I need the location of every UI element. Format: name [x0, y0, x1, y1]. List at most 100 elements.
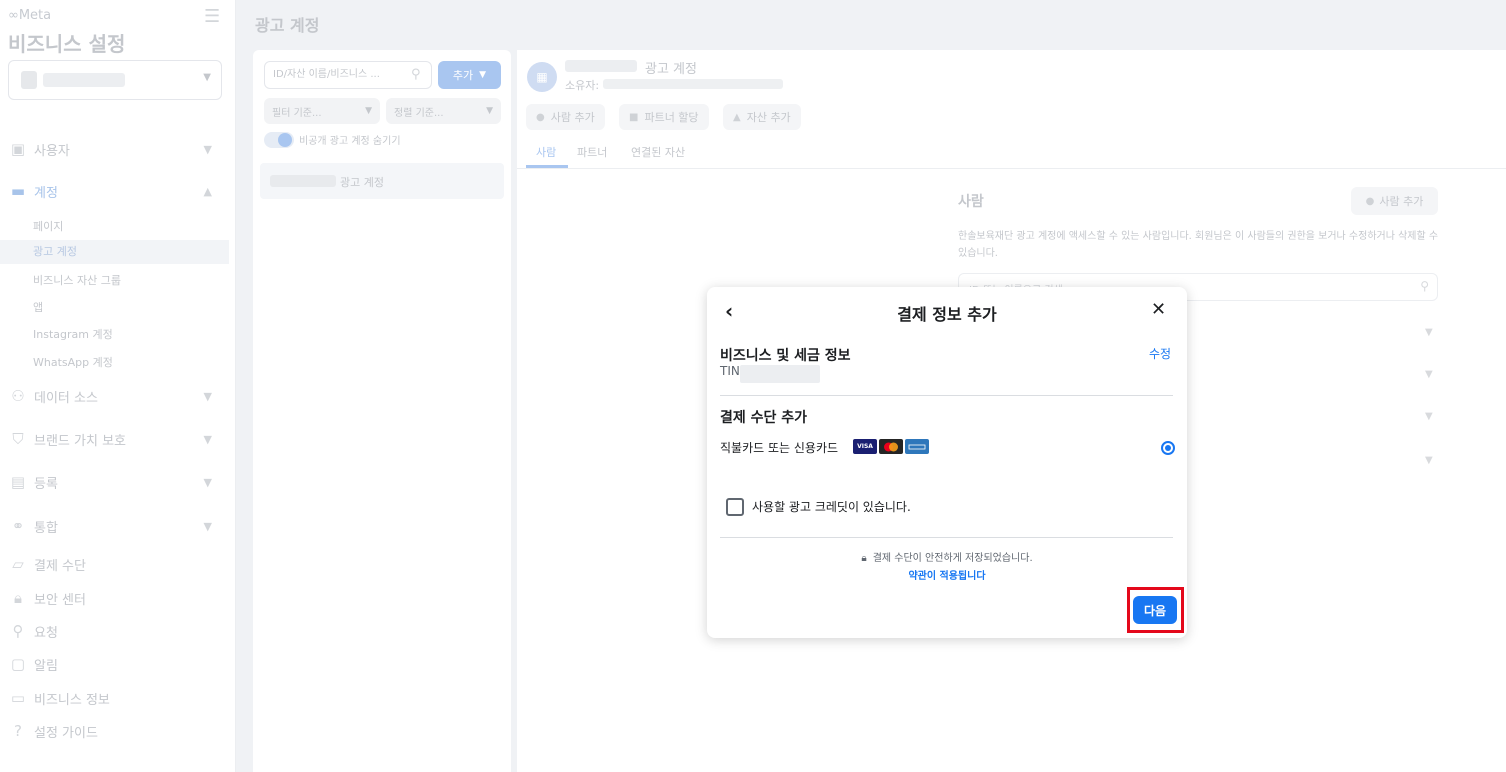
sidebar-item-label: 요청	[34, 625, 58, 641]
chevron-down-icon[interactable]: ▼	[1425, 455, 1433, 466]
visa-logo-icon: VISA	[853, 439, 877, 454]
amex-logo-icon	[905, 439, 929, 454]
filter-select[interactable]: 필터 기준... ▼	[264, 98, 380, 124]
sidebar: ∞Meta ☰ 비즈니스 설정 ▼ ▣ 사용자 ▼ ▬ 계정 ▲ 페이지 광고 …	[0, 0, 236, 772]
sidebar-title: 비즈니스 설정	[8, 32, 126, 56]
list-item[interactable]: 광고 계정	[260, 163, 504, 199]
radio-selected-dot	[1165, 445, 1171, 451]
sidebar-item-notifications[interactable]: ▢ 알림	[8, 652, 220, 676]
tab-partners[interactable]: 파트너	[577, 144, 607, 160]
tab-connected-assets[interactable]: 연결된 자산	[631, 144, 685, 160]
chevron-down-icon[interactable]: ▼	[1425, 327, 1433, 338]
edit-link[interactable]: 수정	[1149, 345, 1171, 362]
chevron-down-icon: ▼	[203, 519, 212, 533]
sidebar-item-label: 데이터 소스	[34, 390, 98, 406]
sidebar-item-business-info[interactable]: ▭ 비즈니스 정보	[8, 686, 220, 710]
divider	[720, 537, 1173, 538]
sidebar-item-setup-guide[interactable]: ? 설정 가이드	[8, 719, 220, 743]
asset-search-input[interactable]: ID/자산 이름/비즈니스 ...	[264, 61, 432, 89]
terms-link[interactable]: 약관이 적용됩니다	[707, 567, 1187, 582]
next-button[interactable]: 다음	[1133, 596, 1177, 624]
sidebar-item-label: 비즈니스 정보	[34, 692, 110, 708]
chevron-down-icon[interactable]: ▼	[1425, 411, 1433, 422]
button-label: 자산 추가	[746, 111, 791, 124]
credit-card-icon: ▱	[12, 555, 24, 573]
sidebar-subitem-asset-groups[interactable]: 비즈니스 자산 그룹	[33, 272, 121, 288]
business-tax-title: 비즈니스 및 세금 정보	[720, 348, 851, 364]
add-button[interactable]: 추가 ▼	[438, 61, 501, 89]
assign-partner-button[interactable]: ■ 파트너 할당	[619, 104, 709, 130]
sidebar-item-requests[interactable]: ⚲ 요청	[8, 619, 220, 643]
tab-people[interactable]: 사람	[536, 144, 556, 160]
caret-down-icon: ▼	[203, 72, 211, 83]
sidebar-item-registrations[interactable]: ▤ 등록 ▼	[8, 470, 220, 494]
lock-icon: 🔒︎	[861, 553, 867, 564]
business-name-redacted	[43, 73, 125, 87]
question-circle-icon: ?	[14, 722, 22, 740]
chevron-down-icon: ▼	[203, 389, 212, 403]
sidebar-item-data-sources[interactable]: ⚇ 데이터 소스 ▼	[8, 384, 220, 408]
page-title: 광고 계정	[255, 16, 320, 35]
notification-icon: ▢	[10, 655, 26, 673]
people-section-title: 사람	[958, 194, 984, 210]
sidebar-item-users[interactable]: ▣ 사용자 ▼	[8, 137, 220, 161]
button-label: 사람 추가	[550, 111, 595, 124]
button-label: 파트너 할당	[644, 111, 699, 124]
tin-label: TIN	[720, 364, 740, 378]
account-name-redacted	[270, 175, 336, 187]
add-asset-button[interactable]: ▲ 자산 추가	[723, 104, 801, 130]
chevron-up-icon: ▲	[203, 184, 212, 198]
search-icon: ⚲	[1420, 279, 1429, 293]
filter-select-label: 필터 기준...	[272, 107, 322, 119]
add-button-label: 추가	[452, 69, 474, 82]
people-add-button[interactable]: ● 사람 추가	[1351, 187, 1438, 215]
account-name-redacted	[565, 60, 637, 72]
card-brand-logos: VISA	[853, 439, 929, 454]
card-option-label: 직불카드 또는 신용카드	[720, 441, 839, 455]
dialog-title: 결제 정보 추가	[897, 305, 997, 324]
business-avatar	[21, 71, 37, 89]
briefcase-icon: ■	[629, 111, 639, 123]
list-item-label: 광고 계정	[340, 176, 384, 189]
secure-notice: 🔒︎ 결제 수단이 안전하게 저장되었습니다.	[707, 549, 1187, 564]
sidebar-subitem-pages[interactable]: 페이지	[33, 218, 63, 234]
sidebar-item-payment-methods[interactable]: ▱ 결제 수단	[8, 552, 220, 576]
user-card-icon: ▣	[10, 140, 26, 158]
divider	[720, 395, 1173, 396]
lock-icon: 🔒︎	[14, 589, 22, 607]
chevron-down-icon[interactable]: ▼	[1425, 369, 1433, 380]
sidebar-subitem-ad-accounts[interactable]: 광고 계정	[0, 240, 229, 264]
hide-private-toggle[interactable]	[264, 132, 294, 148]
sidebar-item-label: 사용자	[34, 143, 70, 159]
tin-value-redacted	[740, 365, 820, 383]
sidebar-subitem-whatsapp[interactable]: WhatsApp 계정	[33, 354, 113, 370]
close-icon[interactable]: ✕	[1151, 299, 1166, 320]
ad-account-icon: ▦	[527, 62, 557, 92]
hamburger-menu-icon[interactable]: ☰	[204, 6, 220, 27]
sidebar-item-brand-safety[interactable]: ⛉ 브랜드 가치 보호 ▼	[8, 427, 220, 451]
active-tab-indicator	[526, 165, 568, 168]
add-people-button[interactable]: ● 사람 추가	[526, 104, 605, 130]
sidebar-item-security-center[interactable]: 🔒︎ 보안 센터	[8, 586, 220, 610]
button-label: 사람 추가	[1379, 195, 1424, 208]
account-title: 광고 계정	[645, 62, 697, 77]
user-plus-icon: ●	[1365, 195, 1375, 207]
sort-select[interactable]: 정렬 기준... ▼	[386, 98, 501, 124]
ad-credit-checkbox[interactable]	[726, 498, 744, 516]
business-selector[interactable]: ▼	[8, 60, 222, 100]
sidebar-item-integrations[interactable]: ⚭ 통합 ▼	[8, 514, 220, 538]
data-source-icon: ⚇	[11, 387, 25, 405]
sidebar-item-label: 보안 센터	[34, 592, 86, 608]
tab-bar: 사람 파트너 연결된 자산	[517, 138, 1506, 169]
toggle-knob	[278, 133, 292, 147]
folder-icon: ▬	[10, 182, 26, 200]
chevron-down-icon: ▼	[203, 432, 212, 446]
sidebar-subitem-apps[interactable]: 앱	[33, 299, 43, 315]
user-check-icon: ⚲	[12, 622, 24, 640]
sidebar-item-label: 브랜드 가치 보호	[34, 433, 126, 449]
asset-icon: ▲	[733, 111, 741, 123]
caret-down-icon: ▼	[365, 106, 372, 116]
sidebar-item-accounts[interactable]: ▬ 계정 ▲	[8, 179, 220, 203]
card-option-radio[interactable]	[1161, 441, 1175, 455]
sidebar-subitem-instagram[interactable]: Instagram 계정	[33, 326, 113, 342]
